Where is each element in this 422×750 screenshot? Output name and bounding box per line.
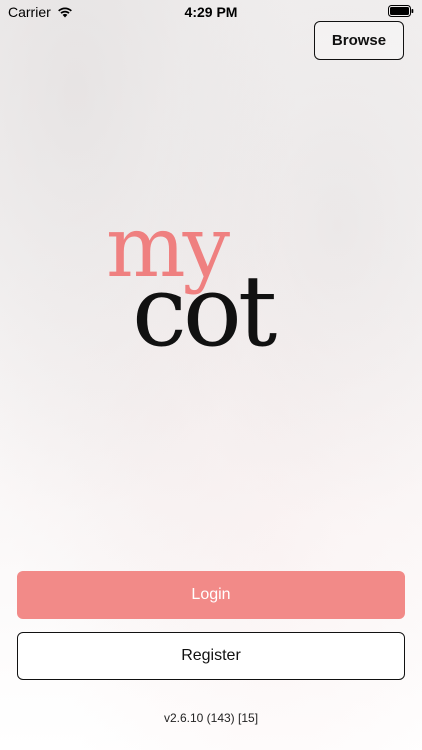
app-version: v2.6.10 (143) [15] — [163, 711, 259, 725]
battery-icon — [388, 5, 414, 17]
app-logo: my cot — [100, 205, 320, 369]
login-button[interactable]: Login — [17, 571, 405, 619]
logo-cot-text: cot — [132, 255, 277, 369]
status-bar: Carrier 4:29 PM — [0, 0, 422, 22]
status-time: 4:29 PM — [184, 4, 238, 20]
browse-button[interactable]: Browse — [314, 21, 404, 60]
register-button[interactable]: Register — [17, 632, 405, 680]
